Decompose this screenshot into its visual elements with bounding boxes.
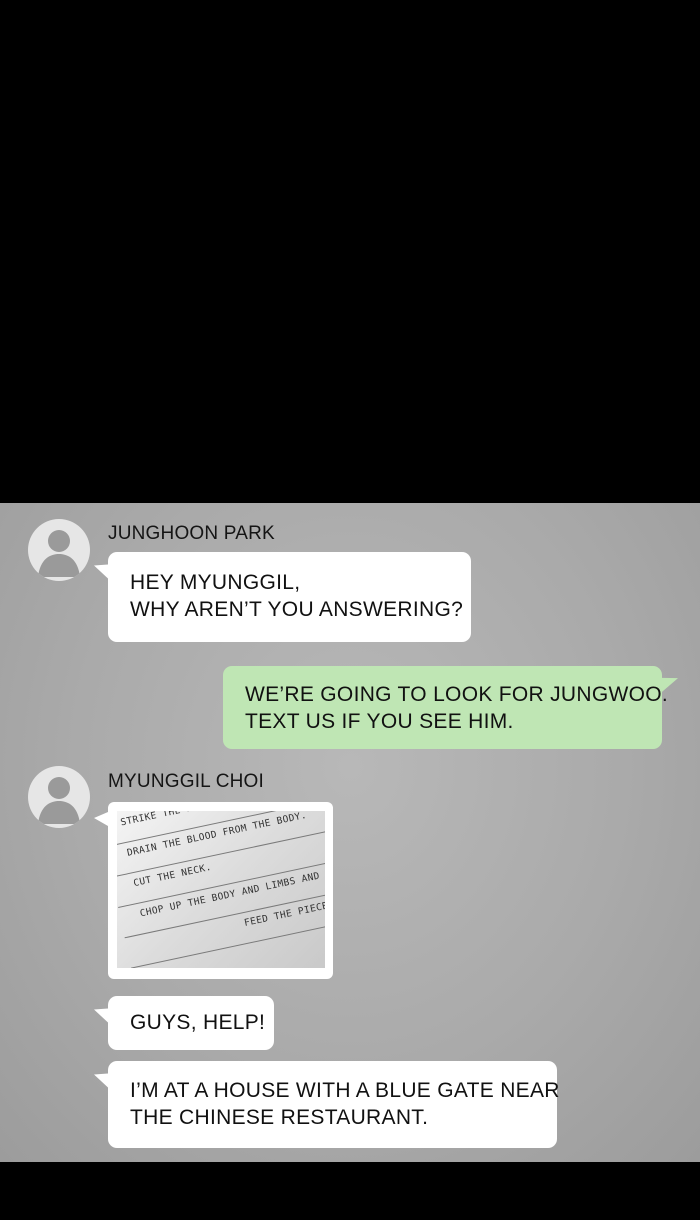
message-text: WHY AREN’T YOU ANSWERING?: [130, 598, 464, 621]
bottom-black-panel: [0, 1162, 700, 1220]
message-text: HEY MYUNGGIL,: [130, 571, 301, 594]
handwritten-note-image: STRIKE THE HEAD WITH A HAMMER FOR T DRAI…: [117, 811, 325, 968]
message-text: I’M AT A HOUSE WITH A BLUE GATE NEAR: [130, 1079, 560, 1102]
chat-screen: JUNGHOON PARK HEY MYUNGGIL, WHY AREN’T Y…: [0, 503, 700, 1162]
outgoing-message-bubble[interactable]: WE’RE GOING TO LOOK FOR JUNGWOO. TEXT US…: [223, 666, 669, 749]
sender-name: JUNGHOON PARK: [108, 523, 275, 544]
myunggil-avatar-icon[interactable]: [28, 766, 90, 828]
top-black-panel: [0, 0, 700, 503]
message-bubble[interactable]: GUYS, HELP!: [108, 996, 274, 1050]
message-bubble[interactable]: HEY MYUNGGIL, WHY AREN’T YOU ANSWERING?: [108, 552, 471, 642]
sender-name: MYUNGGIL CHOI: [108, 771, 265, 792]
message-text: GUYS, HELP!: [130, 1011, 266, 1034]
message-text: WE’RE GOING TO LOOK FOR JUNGWOO.: [245, 683, 669, 706]
junghoon-avatar-icon[interactable]: [28, 519, 90, 581]
message-bubble[interactable]: I’M AT A HOUSE WITH A BLUE GATE NEAR THE…: [108, 1061, 560, 1148]
message-text: TEXT US IF YOU SEE HIM.: [245, 710, 514, 733]
message-text: THE CHINESE RESTAURANT.: [130, 1106, 429, 1129]
image-message[interactable]: STRIKE THE HEAD WITH A HAMMER FOR T DRAI…: [94, 802, 333, 979]
